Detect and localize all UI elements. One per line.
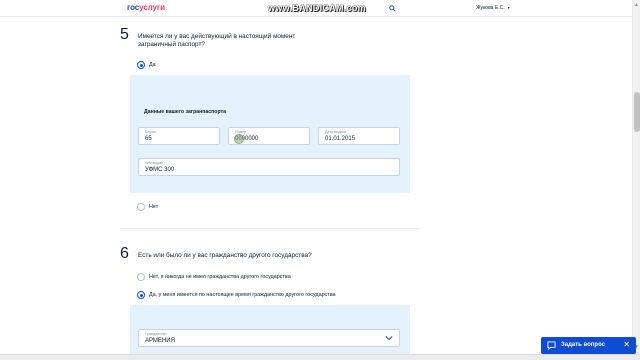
- question-6-number: 6: [120, 245, 129, 262]
- section-divider: [120, 228, 420, 229]
- radio-q6-yes[interactable]: [137, 291, 145, 299]
- passport-details-panel: Данные вашего загранпаспорта Серия 65 Но…: [130, 75, 410, 193]
- recording-watermark: www.BANDICAM.com: [268, 3, 366, 13]
- citizenship-panel: Гражданство АРМЕНИЯ: [130, 305, 410, 355]
- user-menu[interactable]: Жукова Е.С. ▾: [476, 5, 510, 11]
- radio-q5-no-label: Нет: [149, 204, 159, 210]
- question-5-number: 5: [120, 26, 129, 43]
- radio-q6-no[interactable]: [137, 273, 145, 281]
- search-icon[interactable]: [389, 5, 396, 12]
- radio-q5-yes[interactable]: [137, 61, 145, 69]
- field-label: Дата выдачи: [325, 130, 347, 134]
- scroll-up-arrow-icon[interactable]: ▲: [634, 2, 639, 8]
- ask-question-label: Задать вопрос: [561, 342, 606, 348]
- field-value: УФМС 300: [145, 167, 175, 173]
- field-label: Гражданство: [145, 332, 167, 336]
- field-value: 01.01.2015: [325, 136, 356, 142]
- ask-question-widget[interactable]: Задать вопрос ✕: [541, 337, 636, 354]
- chevron-down-icon: ▾: [507, 5, 510, 10]
- chat-bubble-icon: [547, 341, 556, 350]
- logo-part-gos: гос: [127, 3, 140, 12]
- chevron-down-icon: [385, 336, 393, 341]
- user-name-label: Жукова Е.С.: [476, 5, 505, 11]
- scrollbar-thumb[interactable]: [634, 92, 640, 132]
- radio-q5-yes-label: Да: [149, 62, 156, 68]
- question-6-text: Есть или было ли у вас гражданство друго…: [138, 252, 312, 259]
- vertical-scrollbar[interactable]: ▲ ▼: [632, 0, 640, 360]
- radio-q6-no-label: Нет, я никогда не имел гражданства друго…: [149, 274, 291, 280]
- logo-part-uslugi: услуги: [139, 3, 165, 12]
- radio-q5-no[interactable]: [137, 203, 145, 211]
- passport-series-field[interactable]: Серия 65: [138, 127, 220, 145]
- close-icon[interactable]: ✕: [623, 340, 630, 349]
- radio-q6-yes-label: Да, у меня имеется по настоящее время гр…: [149, 292, 336, 298]
- horizontal-scrollbar[interactable]: [0, 354, 640, 360]
- citizenship-select[interactable]: Гражданство АРМЕНИЯ: [138, 329, 400, 347]
- passport-issue-date-field[interactable]: Дата выдачи 01.01.2015: [318, 127, 400, 145]
- field-label: Кем выдан: [145, 161, 164, 165]
- gosuslugi-logo[interactable]: госуслуги: [127, 3, 165, 12]
- field-label: Серия: [145, 130, 156, 134]
- question-5-text: Имеется ли у вас действующий в настоящий…: [138, 33, 296, 48]
- field-value: 65: [145, 136, 152, 142]
- passport-issued-by-field[interactable]: Кем выдан УФМС 300: [138, 158, 400, 176]
- panel-title: Данные вашего загранпаспорта: [144, 109, 226, 115]
- mouse-cursor-highlight: [234, 134, 244, 144]
- field-value: АРМЕНИЯ: [145, 338, 175, 344]
